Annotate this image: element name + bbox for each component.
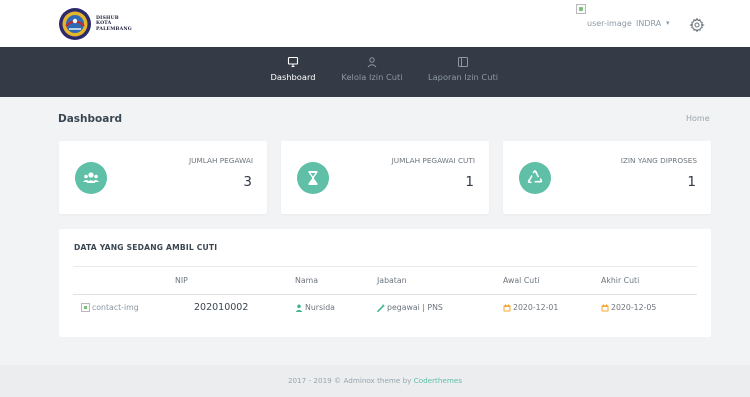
- main-navbar: Dashboard Kelola Izin Cuti Laporan Izin …: [0, 47, 750, 97]
- calendar-icon: [503, 303, 511, 311]
- stat-icon-circle: [297, 162, 329, 194]
- broken-image-icon[interactable]: [576, 4, 586, 14]
- stat-icon-circle: [519, 162, 551, 194]
- user-icon: [367, 57, 377, 68]
- table-cell-nama: Nursida: [295, 303, 335, 312]
- nav-dashboard[interactable]: Dashboard: [268, 56, 318, 82]
- awal-cuti-value: 2020-12-01: [513, 303, 559, 312]
- stat-card-jumlah-pegawai: JUMLAH PEGAWAI 3: [59, 141, 267, 214]
- calendar-icon: [601, 303, 609, 311]
- nav-kelola-izin-cuti[interactable]: Kelola Izin Cuti: [337, 56, 407, 82]
- broken-image-icon: [81, 303, 90, 312]
- page-title: Dashboard: [58, 113, 123, 125]
- stat-card-jumlah-pegawai-cuti: JUMLAH PEGAWAI CUTI 1: [281, 141, 489, 214]
- footer-link-coderthemes[interactable]: Coderthemes: [414, 376, 462, 385]
- stat-value: 1: [687, 174, 696, 190]
- dishub-emblem-icon: [59, 8, 91, 40]
- jabatan-value: pegawai | PNS: [387, 303, 443, 312]
- top-header: DISHUB KOTA PALEMBANG user-image INDRA ▾: [0, 0, 750, 47]
- divider: [73, 266, 697, 267]
- stat-label: JUMLAH PEGAWAI CUTI: [391, 156, 475, 165]
- nama-value: Nursida: [305, 303, 335, 312]
- stat-label: IZIN YANG DIPROSES: [620, 156, 697, 165]
- logo-text: DISHUB KOTA PALEMBANG: [96, 16, 132, 32]
- nav-label: Laporan Izin Cuti: [427, 72, 499, 82]
- monitor-icon: [287, 56, 299, 68]
- stat-value: 1: [465, 174, 474, 190]
- stat-label: JUMLAH PEGAWAI: [188, 156, 253, 165]
- logo-line: PALEMBANG: [96, 26, 132, 32]
- footer-text: 2017 - 2019 © Adminox theme by Coderthem…: [0, 376, 750, 385]
- nav-label: Kelola Izin Cuti: [341, 72, 403, 82]
- divider: [73, 294, 697, 295]
- user-name[interactable]: INDRA: [636, 19, 661, 28]
- user-image-alt[interactable]: user-image: [587, 19, 632, 28]
- table-cell-awal-cuti: 2020-12-01: [503, 303, 558, 312]
- stat-card-izin-yang-diproses: IZIN YANG DIPROSES 1: [503, 141, 711, 214]
- breadcrumb-home[interactable]: Home: [686, 114, 710, 123]
- table-title: DATA YANG SEDANG AMBIL CUTI: [74, 243, 218, 252]
- table-cell-jabatan: pegawai | PNS: [377, 303, 443, 312]
- nip-value: 202010002: [194, 302, 249, 313]
- stat-value: 3: [243, 174, 252, 190]
- table-cell-nip: 202010002: [194, 302, 248, 313]
- column-header-jabatan: Jabatan: [377, 276, 407, 285]
- user-icon: [295, 304, 303, 312]
- gear-icon[interactable]: [689, 17, 705, 33]
- logo[interactable]: DISHUB KOTA PALEMBANG: [58, 4, 148, 44]
- column-header-nama: Nama: [295, 276, 318, 285]
- column-header-nip: NIP: [175, 276, 188, 285]
- wand-icon: [377, 303, 385, 312]
- nav-label: Dashboard: [270, 72, 316, 82]
- recycle-icon: [527, 170, 543, 184]
- hourglass-icon: [308, 171, 318, 185]
- users-icon: [83, 172, 99, 183]
- panel-icon: [458, 57, 468, 67]
- contact-image: contact-img: [81, 303, 139, 312]
- footer: 2017 - 2019 © Adminox theme by Coderthem…: [0, 365, 750, 397]
- footer-copyright: 2017 - 2019 © Adminox theme by: [287, 376, 414, 385]
- stat-icon-circle: [75, 162, 107, 194]
- table-cell-akhir-cuti: 2020-12-05: [601, 303, 656, 312]
- column-header-awal-cuti: Awal Cuti: [503, 276, 540, 285]
- nav-laporan-izin-cuti[interactable]: Laporan Izin Cuti: [424, 56, 502, 82]
- chevron-down-icon[interactable]: ▾: [666, 19, 670, 27]
- column-header-akhir-cuti: Akhir Cuti: [601, 276, 640, 285]
- leave-table-card: DATA YANG SEDANG AMBIL CUTI NIP Nama Jab…: [59, 229, 711, 337]
- contact-image-alt: contact-img: [92, 303, 139, 312]
- akhir-cuti-value: 2020-12-05: [611, 303, 657, 312]
